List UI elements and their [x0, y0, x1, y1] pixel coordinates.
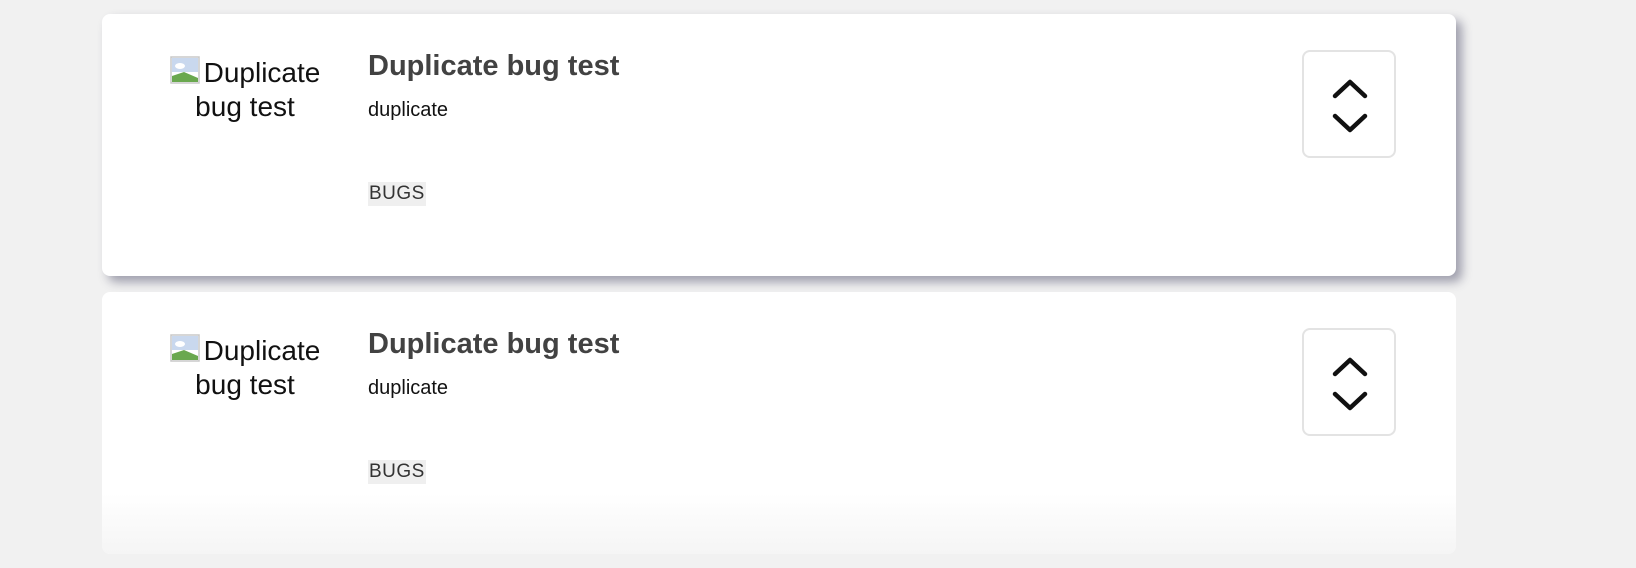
post-description: duplicate [368, 377, 449, 399]
broken-image-icon [169, 334, 200, 362]
post-image-alt-text: Duplicate bug test [195, 57, 321, 122]
post-content: Duplicate bug test duplicate BUGS [368, 326, 619, 484]
post-card[interactable]: Duplicate bug test Duplicate bug test du… [102, 14, 1456, 276]
post-description: duplicate [368, 99, 449, 121]
upvote-button[interactable] [1331, 75, 1369, 101]
broken-image-icon [169, 56, 200, 84]
post-image: Duplicate bug test [164, 56, 326, 124]
chevron-down-icon [1332, 113, 1368, 133]
chevron-up-icon [1332, 79, 1368, 99]
upvote-button[interactable] [1331, 353, 1369, 379]
post-tag[interactable]: BUGS [368, 460, 426, 484]
post-tag[interactable]: BUGS [368, 182, 426, 206]
vote-control [1302, 50, 1396, 158]
post-feed: Duplicate bug test Duplicate bug test du… [102, 14, 1456, 554]
chevron-up-icon [1332, 357, 1368, 377]
post-content: Duplicate bug test duplicate BUGS [368, 48, 619, 206]
post-image-alt-text: Duplicate bug test [195, 335, 321, 400]
downvote-button[interactable] [1331, 111, 1369, 137]
vote-control [1302, 328, 1396, 436]
downvote-button[interactable] [1331, 389, 1369, 415]
post-title[interactable]: Duplicate bug test [368, 48, 619, 84]
post-card[interactable]: Duplicate bug test Duplicate bug test du… [102, 292, 1456, 554]
post-image: Duplicate bug test [164, 334, 326, 402]
chevron-down-icon [1332, 391, 1368, 411]
post-title[interactable]: Duplicate bug test [368, 326, 619, 362]
